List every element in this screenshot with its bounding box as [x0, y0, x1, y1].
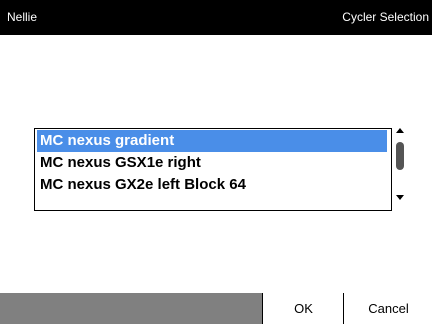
title-bar: Nellie Cycler Selection	[0, 0, 432, 35]
scroll-thumb[interactable]	[396, 142, 404, 170]
button-bar: OK Cancel	[0, 293, 432, 324]
cycler-list-item[interactable]: MC nexus GX2e left Block 64	[37, 174, 387, 196]
cycler-list-item[interactable]: MC nexus GSX1e right	[37, 152, 387, 174]
cancel-button[interactable]: Cancel	[343, 293, 432, 324]
content-area: MC nexus gradient MC nexus GSX1e right M…	[0, 35, 432, 293]
cycler-list-item[interactable]: MC nexus gradient	[37, 130, 387, 152]
list-scrollbar[interactable]	[394, 128, 406, 200]
cycler-listbox[interactable]: MC nexus gradient MC nexus GSX1e right M…	[34, 128, 392, 211]
scroll-down-arrow-icon[interactable]	[396, 195, 404, 200]
cycler-selection-screen: Nellie Cycler Selection MC nexus gradien…	[0, 0, 432, 324]
scroll-up-arrow-icon[interactable]	[396, 128, 404, 133]
screen-title: Cycler Selection	[342, 10, 429, 24]
user-name: Nellie	[7, 10, 38, 24]
ok-button[interactable]: OK	[262, 293, 344, 324]
